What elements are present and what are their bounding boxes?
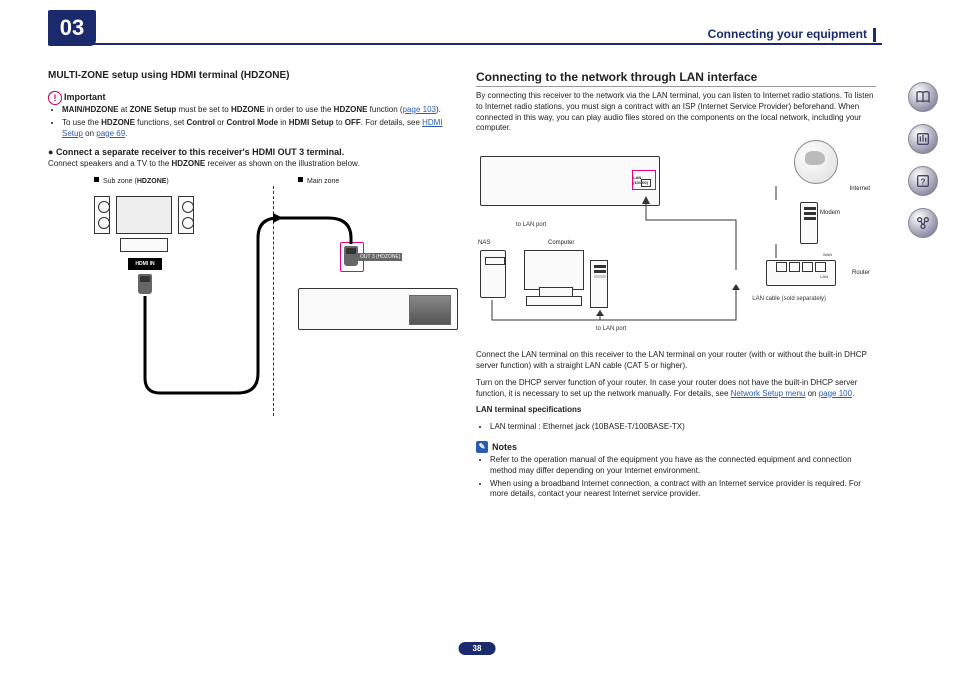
important-bullet-2: To use the HDZONE functions, set Control… xyxy=(62,118,448,140)
right-heading: Connecting to the network through LAN in… xyxy=(476,70,876,87)
svg-text:?: ? xyxy=(921,177,926,186)
note-1: Refer to the operation manual of the equ… xyxy=(490,455,876,477)
link-page-69[interactable]: page 69 xyxy=(96,129,125,138)
diagram-lan: LAN (10/100) Internet Modem Router NAS C… xyxy=(476,140,876,350)
note-icon xyxy=(476,441,488,453)
nav-network-icon[interactable] xyxy=(908,208,938,238)
section-title: Connecting your equipment xyxy=(708,27,876,42)
chapter-number: 03 xyxy=(48,10,96,46)
lan-spec-item: LAN terminal : Ethernet jack (10BASE-T/1… xyxy=(490,422,876,433)
nav-help-icon[interactable]: ? xyxy=(908,166,938,196)
dhcp-para: Turn on the DHCP server function of your… xyxy=(476,378,876,400)
notes-label: Notes xyxy=(492,442,517,452)
notes-callout: Notes xyxy=(476,441,876,453)
left-heading: MULTI-ZONE setup using HDMI terminal (HD… xyxy=(48,70,448,81)
link-network-setup[interactable]: Network Setup menu xyxy=(731,389,806,398)
lan-spec-heading: LAN terminal specifications xyxy=(476,405,876,416)
hdmi-cable xyxy=(48,178,448,418)
nav-book-icon[interactable] xyxy=(908,82,938,112)
lan-spec-list: LAN terminal : Ethernet jack (10BASE-T/1… xyxy=(476,422,876,433)
important-bullet-1: MAIN/HDZONE at ZONE Setup must be set to… xyxy=(62,105,448,116)
header-rule xyxy=(48,43,882,45)
note-2: When using a broadband Internet connecti… xyxy=(490,479,876,501)
left-column: MULTI-ZONE setup using HDMI terminal (HD… xyxy=(48,70,448,615)
connect-lan-para: Connect the LAN terminal on this receive… xyxy=(476,350,876,372)
notes-list: Refer to the operation manual of the equ… xyxy=(476,455,876,500)
right-intro: By connecting this receiver to the netwo… xyxy=(476,91,876,134)
important-bullets: MAIN/HDZONE at ZONE Setup must be set to… xyxy=(48,105,448,139)
important-callout: Important xyxy=(48,91,448,103)
link-page-103[interactable]: page 103 xyxy=(403,105,436,114)
page-number: 38 xyxy=(459,642,496,655)
diagram-multizone: Sub zone (HDZONE) Main zone HDMI IN OUT … xyxy=(48,178,448,418)
side-nav: ? xyxy=(908,82,938,238)
content-columns: MULTI-ZONE setup using HDMI terminal (HD… xyxy=(48,70,876,615)
important-icon xyxy=(48,91,60,103)
nav-sliders-icon[interactable] xyxy=(908,124,938,154)
connect-text: Connect speakers and a TV to the HDZONE … xyxy=(48,159,448,170)
right-column: Connecting to the network through LAN in… xyxy=(476,70,876,615)
section-title-text: Connecting your equipment xyxy=(708,27,867,41)
link-page-100[interactable]: page 100 xyxy=(819,389,852,398)
important-label: Important xyxy=(64,92,106,102)
lan-wires xyxy=(476,140,876,350)
connect-heading: Connect a separate receiver to this rece… xyxy=(48,147,448,157)
